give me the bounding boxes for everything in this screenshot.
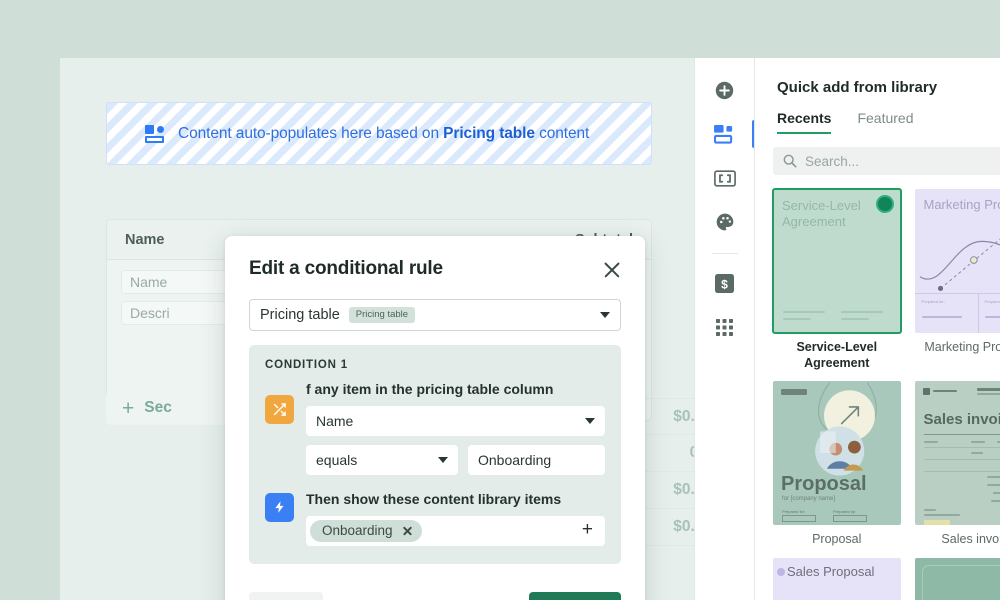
dialog-title: Edit a conditional rule — [249, 258, 443, 279]
source-select-value: Pricing table — [260, 307, 340, 323]
brand-logo — [781, 389, 807, 396]
search-placeholder: Search... — [805, 153, 860, 169]
content-item-tag: Onboarding — [310, 519, 422, 542]
svg-text:$: $ — [721, 277, 728, 291]
if-label: f any item in the pricing table column — [306, 381, 554, 397]
library-card[interactable]: Proposal for [company name] Prepared for… — [773, 381, 901, 548]
then-label: Then show these content library items — [306, 490, 562, 507]
if-row: f any item in the pricing table column N… — [265, 381, 605, 475]
content-items-field[interactable]: Onboarding + — [306, 515, 605, 546]
library-card-grid: Service-Level Agreement Service-Level Ag… — [755, 188, 1000, 600]
card-caption: Marketing Proposal — [924, 340, 1000, 354]
auto-populate-banner-text: Content auto-populates here based on Pri… — [178, 125, 589, 143]
operator-select-value: equals — [316, 451, 358, 468]
add-block-icon[interactable] — [705, 70, 745, 110]
close-icon[interactable] — [601, 259, 623, 281]
theme-palette-icon[interactable] — [705, 202, 745, 242]
dialog-header: Edit a conditional rule — [225, 236, 645, 281]
thumbnail-sales-proposal: Sales Proposal — [773, 557, 901, 600]
if-body: f any item in the pricing table column N… — [306, 381, 605, 475]
card-caption: Proposal — [812, 532, 862, 547]
then-body: Then show these content library items On… — [306, 491, 605, 546]
rail-divider — [711, 253, 738, 254]
banner-suffix: content — [534, 124, 590, 142]
library-card[interactable]: Sales Proposal — [773, 557, 901, 600]
add-content-item-button[interactable]: + — [578, 520, 597, 541]
dialog-footer: Cancel Save rule — [225, 576, 645, 600]
app-window: Content auto-populates here based on Pri… — [60, 58, 1000, 600]
operator-select[interactable]: equals — [306, 444, 458, 475]
library-header: Quick add from library — [755, 58, 1000, 96]
banner-bold: Pricing table — [443, 124, 535, 142]
edit-conditional-rule-dialog: Edit a conditional rule Pricing table Pr… — [225, 236, 645, 600]
library-tabs: Recents Featured — [755, 96, 1000, 134]
plus-icon: + — [122, 396, 135, 420]
library-card[interactable] — [914, 557, 1000, 600]
search-icon — [783, 154, 797, 168]
thumbnail-sales-invoice: Sales invoice — [914, 381, 1000, 526]
card-caption: Sales invoice — [941, 532, 1000, 547]
remove-tag-icon[interactable] — [402, 525, 413, 536]
library-title: Quick add from library — [777, 78, 938, 96]
column-select[interactable]: Name — [306, 405, 605, 436]
tab-featured[interactable]: Featured — [857, 110, 913, 134]
thumbnail-title: Proposal — [781, 473, 867, 496]
card-caption: Service-Level Agreement — [796, 340, 878, 370]
content-item-tag-label: Onboarding — [322, 523, 393, 539]
source-select[interactable]: Pricing table Pricing table — [249, 299, 621, 331]
lightning-bolt-icon — [265, 492, 294, 522]
auto-populate-banner: Content auto-populates here based on Pri… — [106, 102, 652, 165]
library-card[interactable]: Marketing Proposal Prepared for: Prepare… — [914, 189, 1000, 371]
library-card[interactable]: Service-Level Agreement Service-Level Ag… — [772, 188, 902, 371]
condition-panel: CONDITION 1 f any item in the pricing ta… — [249, 345, 621, 564]
thumbnail-marketing-proposal: Marketing Proposal Prepared for: Prepare… — [914, 189, 1000, 333]
save-rule-button[interactable]: Save rule — [528, 592, 621, 600]
chevron-down-icon — [600, 312, 610, 318]
match-value-input[interactable]: Onboarding — [468, 444, 605, 475]
thumbnail-title: Sales Proposal — [787, 563, 875, 579]
cancel-button[interactable]: Cancel — [249, 592, 323, 600]
thumbnail-service-level-agreement: Service-Level Agreement — [772, 188, 902, 334]
search-input[interactable]: Search... — [773, 147, 1000, 175]
shuffle-icon — [265, 395, 294, 424]
column-select-value: Name — [316, 412, 354, 429]
banner-prefix: Content auto-populates here based on — [178, 124, 444, 142]
selected-indicator-icon — [875, 195, 894, 213]
operator-row: equals Onboarding — [306, 444, 605, 475]
tab-recents[interactable]: Recents — [777, 110, 832, 134]
chevron-down-icon — [438, 456, 448, 463]
content-block-icon[interactable] — [705, 114, 756, 154]
thumbnail-proposal: Proposal for [company name] Prepared for… — [773, 381, 901, 526]
variable-icon[interactable] — [705, 158, 745, 198]
pricing-dollar-icon[interactable]: $ — [705, 263, 745, 303]
quick-add-library-panel: Quick add from library Recents Featured … — [754, 58, 1000, 600]
content-block-icon — [145, 124, 165, 143]
thumbnail-green-template — [914, 557, 1000, 600]
source-select-chip: Pricing table — [348, 307, 416, 323]
bullet-icon — [777, 567, 785, 576]
condition-heading: CONDITION 1 — [265, 359, 348, 371]
then-row: Then show these content library items On… — [265, 491, 605, 546]
thumbnail-title: Sales invoice — [923, 411, 1000, 429]
add-section-label: Sec — [144, 399, 172, 416]
chevron-down-icon — [585, 417, 595, 424]
library-card[interactable]: Sales invoice — [914, 381, 1000, 548]
apps-grid-icon[interactable] — [705, 307, 745, 347]
thumbnail-subtitle: for [company name] — [782, 496, 836, 503]
left-icon-rail: $ — [694, 58, 756, 600]
